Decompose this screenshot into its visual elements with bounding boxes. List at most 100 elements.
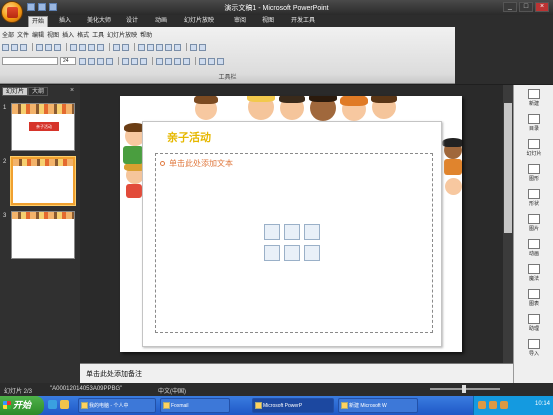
window-title: 演示文稿1 - Microsoft PowerPoint — [224, 5, 329, 12]
folder-icon[interactable] — [60, 400, 69, 409]
slide-thumbnail-3[interactable] — [11, 211, 75, 259]
menu-edit[interactable]: 编辑 — [32, 30, 44, 39]
hyperlink-icon[interactable] — [174, 43, 181, 51]
font-name-select[interactable] — [2, 57, 58, 65]
slide-thumbnail-1[interactable]: 亲子活动 — [11, 103, 75, 151]
volume-icon[interactable] — [478, 401, 486, 409]
increase-font-icon[interactable] — [174, 57, 181, 65]
decrease-font-icon[interactable] — [183, 57, 190, 65]
current-slide[interactable]: 亲子活动 单击此处添加文本 — [120, 96, 462, 352]
undo-icon[interactable] — [113, 43, 120, 51]
tool-animation[interactable]: 动画 — [517, 238, 551, 260]
tab-view[interactable]: 视图 — [259, 16, 277, 27]
paste-icon[interactable] — [88, 43, 95, 51]
slide-number: 2 — [3, 159, 7, 165]
insert-clipart-icon[interactable] — [284, 244, 300, 261]
save-icon[interactable] — [20, 43, 27, 51]
underline-icon[interactable] — [97, 57, 104, 65]
open-icon[interactable] — [11, 43, 18, 51]
start-button[interactable]: 开始 — [0, 396, 44, 415]
tool-graphics[interactable]: 图形 — [517, 163, 551, 185]
insert-picture-icon[interactable] — [264, 244, 280, 261]
tool-shape[interactable]: 形状 — [517, 188, 551, 210]
tab-beautify[interactable]: 美化大师 — [84, 16, 114, 27]
bullets-icon[interactable] — [165, 57, 172, 65]
maximize-button[interactable]: □ — [519, 2, 533, 12]
slide-title[interactable]: 亲子活动 — [167, 129, 211, 145]
tab-home[interactable]: 开始 — [28, 16, 49, 27]
menu-slideshow[interactable]: 幻灯片放映 — [107, 30, 137, 39]
bullet-placeholder[interactable]: 单击此处添加文本 — [160, 158, 233, 169]
ie-icon[interactable] — [48, 400, 57, 409]
menu-help[interactable]: 帮助 — [140, 30, 152, 39]
clock[interactable]: 10:14 — [535, 401, 550, 407]
menu-tools[interactable]: 工具 — [92, 30, 104, 39]
bold-icon[interactable] — [79, 57, 86, 65]
copy-icon[interactable] — [79, 43, 86, 51]
menu-view[interactable]: 视图 — [47, 30, 59, 39]
numbering-icon[interactable] — [156, 57, 163, 65]
tool-slide[interactable]: 幻灯片 — [517, 138, 551, 160]
tool-catalog[interactable]: 目录 — [517, 113, 551, 135]
menu-file[interactable]: 文件 — [17, 30, 29, 39]
zoom-icon[interactable] — [190, 43, 197, 51]
taskbar-item-word[interactable]: 新建 Microsoft W — [338, 398, 418, 413]
tab-review[interactable]: 审阅 — [231, 16, 249, 27]
slide-thumbnail-2[interactable] — [11, 157, 75, 205]
notes-pane[interactable]: 单击此处添加备注 — [80, 363, 513, 383]
zoom-slider-knob[interactable] — [462, 385, 466, 393]
tool-assistant[interactable]: 助理 — [517, 313, 551, 335]
office-button[interactable] — [1, 1, 23, 23]
italic-icon[interactable] — [88, 57, 95, 65]
tab-developer[interactable]: 开发工具 — [288, 16, 318, 27]
close-button[interactable]: × — [535, 2, 549, 12]
tab-animation[interactable]: 动画 — [152, 16, 170, 27]
menu-all[interactable]: 全部 — [2, 30, 14, 39]
insert-media-icon[interactable] — [304, 244, 320, 261]
textbox-icon[interactable] — [156, 43, 163, 51]
chart-icon[interactable] — [138, 43, 145, 51]
tool-chart[interactable]: 图表 — [517, 288, 551, 310]
tool-magic[interactable]: 魔法 — [517, 263, 551, 285]
format-painter-icon[interactable] — [97, 43, 104, 51]
tab-slides[interactable]: 幻灯片 — [2, 87, 29, 96]
insert-chart-icon[interactable] — [284, 224, 300, 240]
picture-icon[interactable] — [165, 43, 172, 51]
cut-icon[interactable] — [70, 43, 77, 51]
minimize-button[interactable]: _ — [503, 2, 517, 12]
tool-picture[interactable]: 图片 — [517, 213, 551, 235]
taskbar-item-foxmail[interactable]: Foxmail — [160, 398, 230, 413]
preview-icon[interactable] — [45, 43, 52, 51]
tab-outline[interactable]: 大纲 — [28, 87, 49, 96]
font-size-select[interactable]: 24 — [60, 57, 76, 65]
new-icon[interactable] — [2, 43, 9, 51]
insert-smartart-icon[interactable] — [304, 224, 320, 240]
close-icon[interactable]: × — [70, 87, 74, 94]
tool-import[interactable]: 导入 — [517, 338, 551, 360]
ime-icon[interactable] — [500, 401, 508, 409]
table-icon[interactable] — [147, 43, 154, 51]
insert-table-icon[interactable] — [264, 224, 280, 240]
font-color-icon[interactable] — [199, 57, 206, 65]
tab-design[interactable]: 设计 — [123, 16, 141, 27]
menu-insert[interactable]: 插入 — [62, 30, 74, 39]
network-icon[interactable] — [489, 401, 497, 409]
design-icon[interactable] — [208, 57, 215, 65]
menu-format[interactable]: 格式 — [77, 30, 89, 39]
taskbar-item-powerpoint[interactable]: Microsoft PowerP — [252, 398, 334, 413]
taskbar-item-my-computer[interactable]: 我的电脑 - 个人中 — [78, 398, 156, 413]
redo-icon[interactable] — [122, 43, 129, 51]
align-center-icon[interactable] — [131, 57, 138, 65]
align-left-icon[interactable] — [122, 57, 129, 65]
spellcheck-icon[interactable] — [54, 43, 61, 51]
tool-new[interactable]: 新建 — [517, 88, 551, 110]
scrollbar-thumb[interactable] — [504, 103, 512, 233]
shadow-icon[interactable] — [106, 57, 113, 65]
print-icon[interactable] — [36, 43, 43, 51]
help-icon[interactable] — [199, 43, 206, 51]
tab-insert[interactable]: 插入 — [56, 16, 74, 27]
tab-slideshow[interactable]: 幻灯片放映 — [181, 16, 217, 27]
vertical-scrollbar[interactable] — [503, 85, 513, 363]
new-slide-icon[interactable] — [217, 57, 224, 65]
align-right-icon[interactable] — [140, 57, 147, 65]
